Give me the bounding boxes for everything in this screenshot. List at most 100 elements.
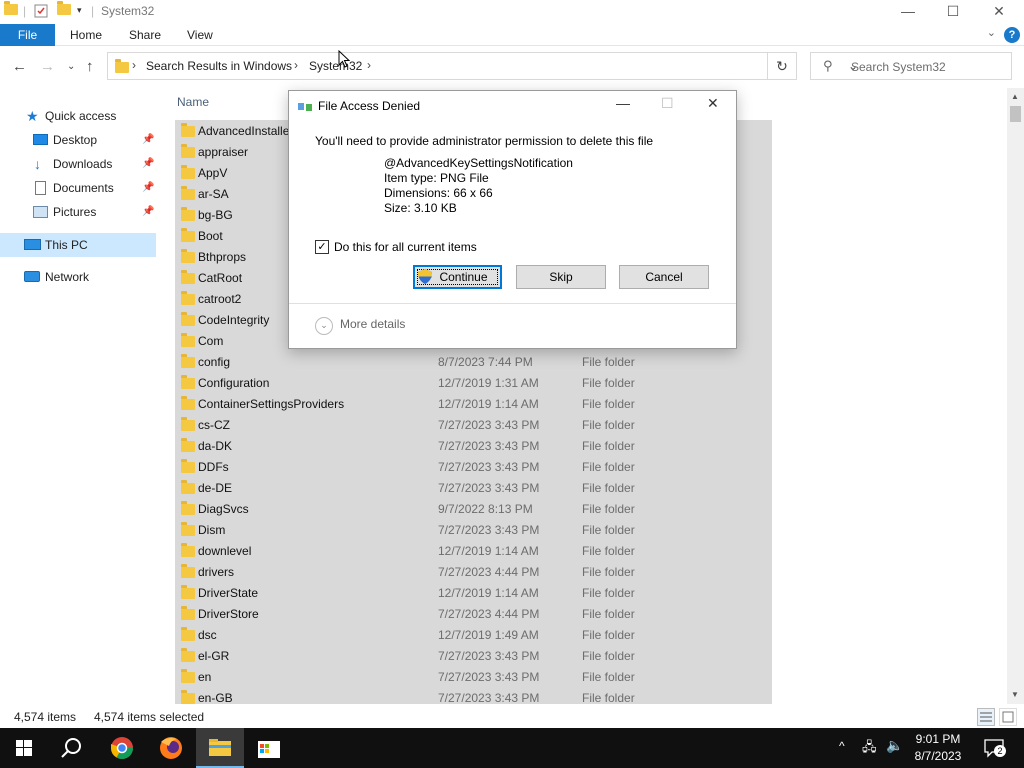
expand-ribbon-chevron-icon[interactable]: ⌄: [987, 26, 996, 39]
tab-home[interactable]: Home: [70, 24, 102, 46]
date-modified: 12/7/2019 1:14 AM: [438, 544, 539, 558]
close-button[interactable]: ✕: [976, 0, 1022, 24]
date-modified: 7/27/2023 3:43 PM: [438, 460, 540, 474]
list-item[interactable]: da-DK 7/27/2023 3:43 PM File folder: [175, 435, 772, 456]
column-header-name[interactable]: Name: [177, 95, 209, 109]
volume-icon[interactable]: 🔈: [886, 737, 903, 754]
customize-toolbar-chevron-icon[interactable]: ▾: [77, 5, 82, 16]
chevron-down-icon[interactable]: ⌄: [315, 317, 333, 335]
list-item[interactable]: downlevel 12/7/2019 1:14 AM File folder: [175, 540, 772, 561]
pin-icon[interactable]: 📌: [142, 177, 154, 199]
new-folder-icon[interactable]: [57, 1, 71, 18]
chrome-taskbar-button[interactable]: [98, 728, 146, 768]
sidebar-item-documents[interactable]: Documents 📌: [33, 177, 158, 199]
large-icons-view-button[interactable]: [999, 708, 1017, 726]
scroll-up-arrow-icon[interactable]: ▲: [1011, 92, 1019, 101]
file-name: Configuration: [198, 376, 270, 390]
date-modified: 7/27/2023 4:44 PM: [438, 607, 540, 621]
search-icon: [61, 738, 81, 758]
action-center-button[interactable]: 2: [983, 738, 1006, 758]
list-item[interactable]: Configuration 12/7/2019 1:31 AM File folde…: [175, 372, 772, 393]
date-modified: 7/27/2023 3:43 PM: [438, 523, 540, 537]
scroll-down-arrow-icon[interactable]: ▼: [1011, 690, 1019, 699]
sidebar-item-this-pc[interactable]: This PC: [24, 234, 149, 256]
clock[interactable]: 9:01 PM 8/7/2023: [905, 731, 971, 765]
store-taskbar-button[interactable]: [245, 728, 293, 768]
maximize-button[interactable]: ☐: [930, 0, 976, 24]
network-tray-icon[interactable]: 🖧: [862, 738, 877, 760]
sidebar-item-downloads[interactable]: ↓ Downloads 📌: [33, 153, 158, 175]
sidebar-item-quick-access[interactable]: ★ Quick access: [26, 105, 151, 127]
sidebar-item-pictures[interactable]: Pictures 📌: [33, 201, 158, 223]
skip-button[interactable]: Skip: [516, 265, 606, 289]
computer-icon: [24, 239, 41, 250]
list-item[interactable]: ContainerSettingsProviders 12/7/2019 1:14…: [175, 393, 772, 414]
breadcrumb-separator-icon[interactable]: ›: [367, 58, 371, 72]
properties-icon[interactable]: [34, 4, 48, 18]
file-type: File folder: [582, 397, 635, 411]
list-item[interactable]: DiagSvcs 9/7/2022 8:13 PM File folder: [175, 498, 772, 519]
folder-icon: [181, 585, 195, 599]
minimize-button[interactable]: —: [885, 0, 931, 24]
refresh-button[interactable]: ↻: [767, 52, 797, 80]
windows-logo-icon: [16, 740, 32, 756]
continue-button[interactable]: Continue: [413, 265, 502, 289]
address-bar[interactable]: › Search Results in Windows › System32 ›…: [107, 52, 858, 80]
firefox-taskbar-button[interactable]: [147, 728, 195, 768]
folder-icon: [181, 564, 195, 578]
list-item[interactable]: DriverStore 7/27/2023 4:44 PM File folder: [175, 603, 772, 624]
search-taskbar-button[interactable]: [48, 728, 96, 768]
sidebar-item-desktop[interactable]: Desktop 📌: [33, 129, 158, 151]
breadcrumb-separator-icon[interactable]: ›: [294, 58, 298, 72]
tab-view[interactable]: View: [187, 24, 213, 46]
list-item[interactable]: drivers 7/27/2023 4:44 PM File folder: [175, 561, 772, 582]
details-view-button[interactable]: [977, 708, 995, 726]
tab-share[interactable]: Share: [129, 24, 161, 46]
continue-label: Continue: [439, 270, 488, 284]
apply-all-label[interactable]: Do this for all current items: [334, 240, 477, 254]
list-item[interactable]: el-GR 7/27/2023 3:43 PM File folder: [175, 645, 772, 666]
list-item[interactable]: Dism 7/27/2023 3:43 PM File folder: [175, 519, 772, 540]
dialog-minimize-button[interactable]: —: [616, 95, 630, 111]
list-item[interactable]: en 7/27/2023 3:43 PM File folder: [175, 666, 772, 687]
list-item[interactable]: en-GB 7/27/2023 3:43 PM File folder: [175, 687, 772, 704]
help-button[interactable]: ?: [1004, 27, 1020, 43]
pin-icon[interactable]: 📌: [142, 153, 154, 175]
folder-icon: [4, 1, 18, 18]
start-button[interactable]: [0, 728, 48, 768]
show-hidden-icons-chevron-icon[interactable]: ^: [839, 739, 845, 753]
file-name: config: [198, 355, 231, 369]
sidebar-item-network[interactable]: Network: [24, 266, 149, 288]
divider: |: [91, 4, 95, 18]
pin-icon[interactable]: 📌: [142, 129, 154, 151]
tab-file[interactable]: File: [0, 24, 55, 46]
up-arrow-icon[interactable]: ↑: [86, 58, 94, 75]
file-name: ContainerSettingsProviders: [198, 397, 345, 411]
file-type: File folder: [582, 649, 635, 663]
breadcrumb-separator-icon[interactable]: ›: [132, 58, 136, 72]
pin-icon[interactable]: 📌: [142, 201, 154, 223]
file-explorer-taskbar-button[interactable]: [196, 728, 244, 768]
list-item[interactable]: DDFs 7/27/2023 3:43 PM File folder: [175, 456, 772, 477]
breadcrumb-search-results[interactable]: Search Results in Windows: [146, 59, 292, 73]
scrollbar-thumb[interactable]: [1010, 106, 1021, 122]
list-item[interactable]: DriverState 12/7/2019 1:14 AM File folder: [175, 582, 772, 603]
list-item[interactable]: de-DE 7/27/2023 3:43 PM File folder: [175, 477, 772, 498]
list-item[interactable]: cs-CZ 7/27/2023 3:43 PM File folder: [175, 414, 772, 435]
back-arrow-icon[interactable]: ←: [12, 58, 27, 75]
file-access-denied-dialog: File Access Denied — ☐ ✕ You'll need to …: [288, 90, 737, 349]
list-item[interactable]: dsc 12/7/2019 1:49 AM File folder: [175, 624, 772, 645]
recent-locations-chevron-icon[interactable]: ⌄: [67, 61, 75, 72]
list-item[interactable]: config 8/7/2023 7:44 PM File folder: [175, 351, 772, 372]
more-details-toggle[interactable]: More details: [340, 317, 405, 331]
forward-arrow-icon[interactable]: →: [40, 58, 55, 75]
vertical-scrollbar[interactable]: ▲ ▼: [1007, 88, 1024, 704]
dialog-close-button[interactable]: ✕: [707, 95, 719, 112]
search-input[interactable]: ⚲ Search System32: [810, 52, 1012, 80]
breadcrumb-system32[interactable]: System32: [309, 59, 362, 73]
apply-all-checkbox[interactable]: ✓: [315, 240, 329, 254]
cancel-button[interactable]: Cancel: [619, 265, 709, 289]
file-name: Com: [198, 334, 224, 348]
folder-icon: [181, 186, 195, 200]
document-icon: [35, 181, 46, 195]
